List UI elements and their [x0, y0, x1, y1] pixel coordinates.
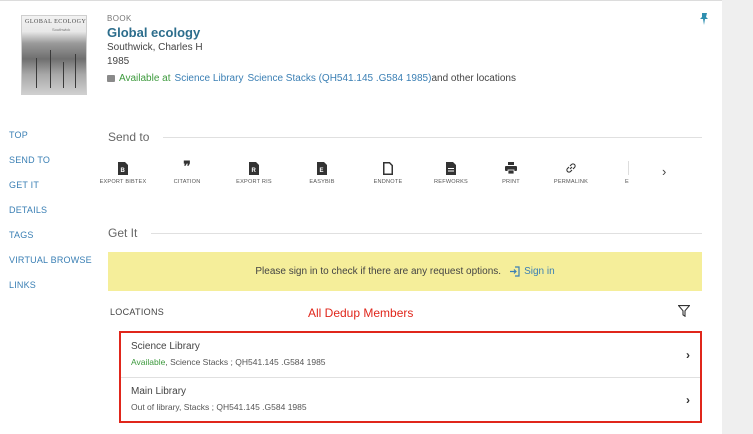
sign-in-label: Sign in [524, 266, 555, 277]
cover-title: GLOBAL ECOLOGY [25, 19, 87, 25]
svg-text:E: E [320, 168, 324, 174]
permalink-button[interactable]: PERMALINK [536, 161, 606, 185]
availability-location-link[interactable]: Science Stacks (QH541.145 .G584 1985) [247, 73, 431, 84]
easybib-label: EASYBIB [309, 179, 335, 185]
book-location-icon [107, 75, 115, 82]
send-to-actions: B EXPORT BIBTEX ❞ CITATION R EXPORT RIS … [100, 160, 702, 193]
citation-button[interactable]: ❞ CITATION [152, 160, 222, 186]
export-ris-button[interactable]: R EXPORT RIS [219, 161, 289, 185]
location-status: Available [131, 357, 166, 367]
get-it-heading: Get It [108, 226, 138, 240]
location-name: Main Library [131, 386, 187, 397]
cover-subtitle: Southwick [52, 27, 71, 32]
easybib-icon: E [317, 161, 327, 175]
availability-library-link[interactable]: Science Library [175, 73, 244, 84]
sign-in-banner-text: Please sign in to check if there are any… [255, 266, 502, 277]
cover-tree [75, 54, 76, 88]
sign-in-banner: Please sign in to check if there are any… [108, 252, 702, 291]
location-shelf: , Stacks ; QH541.145 .G584 1985 [179, 402, 307, 412]
divider [151, 232, 702, 234]
svg-text:B: B [121, 168, 126, 174]
nav-link-get-it[interactable]: GET IT [9, 180, 92, 205]
send-to-heading-row: Send to [108, 130, 702, 144]
book-cover-thumbnail[interactable]: GLOBAL ECOLOGY Southwick [21, 15, 87, 95]
send-to-heading: Send to [108, 130, 150, 144]
endnote-button[interactable]: ENDNOTE [353, 161, 423, 185]
chevron-right-icon[interactable]: › [686, 348, 690, 362]
record-year: 1985 [107, 56, 130, 67]
refworks-icon [446, 161, 456, 175]
nav-link-details[interactable]: DETAILS [9, 205, 92, 230]
pin-icon[interactable] [699, 13, 709, 25]
sign-in-link[interactable]: Sign in [509, 266, 555, 277]
nav-link-top[interactable]: TOP [9, 130, 92, 155]
locations-heading: LOCATIONS [110, 307, 165, 317]
availability-more: and other locations [431, 73, 516, 84]
bibtex-icon: B [118, 161, 128, 175]
endnote-label: ENDNOTE [373, 179, 403, 185]
get-it-heading-row: Get It [108, 226, 702, 240]
divider [163, 136, 702, 138]
send-to-next-arrow[interactable]: › [662, 164, 666, 179]
location-row-main-library[interactable]: Main Library Out of library, Stacks ; QH… [121, 377, 700, 421]
availability-line: Available at Science Library Science Sta… [107, 73, 516, 84]
filter-icon[interactable] [678, 305, 690, 317]
record-author: Southwick, Charles H [107, 42, 203, 53]
location-details: Out of library, Stacks ; QH541.145 .G584… [131, 402, 307, 412]
email-button-partial[interactable]: E [622, 161, 632, 185]
citation-label: CITATION [173, 179, 201, 185]
nav-link-virtual-browse[interactable]: VIRTUAL BROWSE [9, 255, 92, 280]
sign-in-icon [510, 266, 520, 277]
availability-status: Available at [119, 73, 171, 84]
permalink-label: PERMALINK [553, 179, 589, 185]
export-bibtex-button[interactable]: B EXPORT BIBTEX [88, 161, 158, 185]
document-icon [383, 161, 393, 175]
link-icon [566, 163, 576, 173]
svg-text:R: R [252, 168, 257, 174]
cover-tree [50, 50, 51, 88]
chevron-right-icon[interactable]: › [686, 393, 690, 407]
nav-link-send-to[interactable]: SEND TO [9, 155, 92, 180]
record-card: GLOBAL ECOLOGY Southwick BOOK Global eco… [0, 0, 722, 434]
printer-icon [505, 162, 517, 174]
record-type: BOOK [107, 14, 132, 23]
record-title[interactable]: Global ecology [107, 25, 200, 40]
scrollbar-track[interactable] [722, 0, 753, 434]
location-details: Available, Science Stacks ; QH541.145 .G… [131, 357, 326, 367]
email-label: E [625, 179, 629, 185]
location-row-science-library[interactable]: Science Library Available, Science Stack… [121, 333, 700, 377]
dedup-annotation: All Dedup Members [308, 306, 414, 320]
location-shelf: , Science Stacks ; QH541.145 .G584 1985 [165, 357, 326, 367]
locations-list: Science Library Available, Science Stack… [119, 331, 702, 423]
nav-link-tags[interactable]: TAGS [9, 230, 92, 255]
section-nav: TOP SEND TO GET IT DETAILS TAGS VIRTUAL … [9, 130, 92, 305]
export-ris-label: EXPORT RIS [236, 179, 272, 185]
location-name: Science Library [131, 341, 200, 352]
export-bibtex-label: EXPORT BIBTEX [99, 179, 147, 185]
easybib-button[interactable]: E EASYBIB [287, 161, 357, 185]
cover-tree [36, 58, 37, 88]
quote-icon: ❞ [183, 160, 191, 175]
location-status: Out of library [131, 402, 180, 412]
cover-tree [63, 62, 64, 88]
nav-link-links[interactable]: LINKS [9, 280, 92, 305]
ris-icon: R [249, 161, 259, 175]
